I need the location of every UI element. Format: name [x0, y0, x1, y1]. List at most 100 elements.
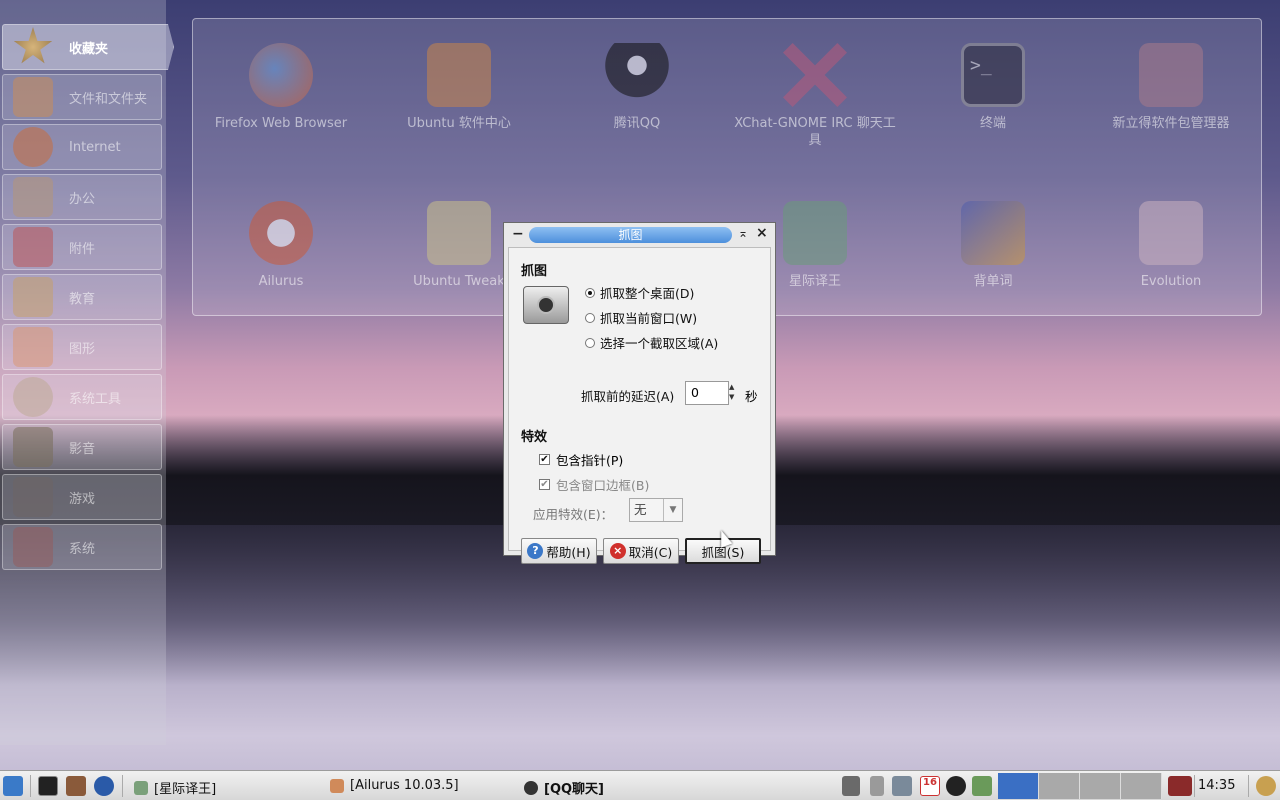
category-media[interactable]: 影音: [2, 424, 162, 470]
radio-grab-area[interactable]: 选择一个截取区域(A): [585, 333, 718, 352]
checkmark-icon: ✔: [539, 479, 550, 490]
category-graphics[interactable]: 图形: [2, 324, 162, 370]
app-word-learning[interactable]: 背单词: [908, 201, 1078, 290]
cancel-button[interactable]: × 取消(C): [603, 538, 679, 564]
dialog-body: 抓图 抓取整个桌面(D) 抓取当前窗口(W) 选择一个截取区域(A) 抓取前的延…: [508, 247, 771, 564]
app-terminal[interactable]: >_ 终端: [908, 43, 1078, 132]
category-favorites[interactable]: 收藏夹: [2, 24, 174, 70]
app-evolution[interactable]: Evolution: [1086, 201, 1256, 290]
evolution-icon: [1139, 201, 1203, 265]
delay-label: 抓取前的延迟(A): [581, 389, 675, 404]
task-stardict[interactable]: [星际译王]: [134, 778, 216, 797]
radio-grab-window[interactable]: 抓取当前窗口(W): [585, 308, 697, 327]
checkmark-icon: ✔: [539, 454, 550, 465]
stardict-tray-icon[interactable]: [972, 776, 992, 796]
office-icon: [13, 177, 53, 217]
category-system[interactable]: 系统: [2, 524, 162, 570]
terminal-launcher-icon[interactable]: [38, 776, 58, 796]
qq-penguin-icon: [524, 780, 538, 795]
graphics-icon: [13, 327, 53, 367]
camera-icon: [523, 286, 569, 324]
xchat-icon: [783, 43, 847, 107]
category-accessories[interactable]: 附件: [2, 224, 162, 270]
checkbox-include-pointer[interactable]: ✔ 包含指针(P): [539, 450, 623, 469]
hammer-launcher-icon[interactable]: [66, 776, 86, 796]
accessories-icon: [13, 227, 53, 267]
scanner-icon[interactable]: [892, 776, 912, 796]
chevron-down-icon: ▼: [663, 499, 682, 521]
red-panda-icon: [330, 778, 344, 793]
dialog-title: 抓图: [529, 227, 732, 243]
spin-arrows-icon[interactable]: ▲ ▼: [729, 382, 739, 402]
workspace-2[interactable]: [1039, 773, 1080, 799]
effect-label: 应用特效(E)：: [533, 507, 614, 522]
category-files[interactable]: 文件和文件夹: [2, 74, 162, 120]
workspace-4[interactable]: [1121, 773, 1162, 799]
app-ailurus[interactable]: Ailurus: [196, 201, 366, 290]
synaptic-icon: [1139, 43, 1203, 107]
taskbar-separator: [122, 775, 123, 797]
checkbox-include-border[interactable]: ✔ 包含窗口边框(B): [539, 475, 649, 494]
user-icon[interactable]: [1256, 776, 1276, 796]
category-internet[interactable]: Internet: [2, 124, 162, 170]
minimize-button[interactable]: −: [512, 226, 524, 242]
task-qq-chat[interactable]: [QQ聊天]: [524, 778, 604, 797]
taskbar-separator: [30, 775, 31, 797]
section-effects-heading: 特效: [521, 430, 548, 445]
qq-penguin-icon: [605, 43, 669, 107]
radio-selected-icon: [585, 287, 595, 298]
stardict-icon: [134, 780, 148, 795]
radio-unselected-icon: [585, 337, 595, 348]
stardict-icon: [783, 201, 847, 265]
section-capture-heading: 抓图: [521, 264, 548, 279]
category-system-tools[interactable]: 系统工具: [2, 374, 162, 420]
start-menu-icon[interactable]: [3, 776, 23, 796]
maximize-button[interactable]: ⌅: [738, 226, 748, 240]
firefox-icon: [249, 43, 313, 107]
app-xchat[interactable]: XChat-GNOME IRC 聊天工具: [730, 43, 900, 149]
radio-unselected-icon: [585, 312, 595, 323]
app-software-center[interactable]: Ubuntu 软件中心: [374, 43, 544, 132]
cancel-icon: ×: [609, 543, 626, 559]
delay-unit-label: 秒: [745, 389, 758, 404]
red-panda-icon: [249, 201, 313, 265]
media-icon: [13, 427, 53, 467]
star-icon: [13, 27, 53, 64]
taskbar-separator: [1248, 775, 1249, 797]
taskbar-separator: [1194, 775, 1195, 797]
globe-icon: [13, 127, 53, 167]
taskbar: [星际译王] [Ailurus 10.03.5] [QQ聊天] 16 14:35: [0, 770, 1280, 800]
workspace-1[interactable]: [998, 773, 1039, 799]
app-qq[interactable]: 腾讯QQ: [552, 43, 722, 132]
delay-spin-input[interactable]: 0: [685, 381, 729, 405]
ubuntu-tweak-icon: [427, 201, 491, 265]
category-games[interactable]: 游戏: [2, 474, 162, 520]
category-sidebar: 收藏夹 文件和文件夹 Internet 办公 附件 教育 图形 系统工具 影音 …: [0, 0, 174, 745]
games-icon: [13, 477, 53, 517]
radio-grab-desktop[interactable]: 抓取整个桌面(D): [585, 283, 694, 302]
battery-icon[interactable]: [870, 776, 884, 796]
app-synaptic[interactable]: 新立得软件包管理器: [1086, 43, 1256, 132]
effect-select[interactable]: 无 ▼: [629, 498, 683, 522]
help-button[interactable]: ? 帮助(H): [521, 538, 597, 564]
category-education[interactable]: 教育: [2, 274, 162, 320]
browser-launcher-icon[interactable]: [94, 776, 114, 796]
clock[interactable]: 14:35: [1198, 778, 1235, 793]
network-icon[interactable]: [842, 776, 860, 796]
education-icon: [13, 277, 53, 317]
category-office[interactable]: 办公: [2, 174, 162, 220]
gear-icon: [13, 377, 53, 417]
folder-icon: [13, 77, 53, 117]
help-icon: ?: [527, 543, 544, 559]
dialog-titlebar[interactable]: − 抓图 ⌅ ×: [504, 223, 775, 247]
app-firefox[interactable]: Firefox Web Browser: [196, 43, 366, 132]
show-desktop-icon[interactable]: [1168, 776, 1192, 796]
calendar-icon[interactable]: 16: [920, 776, 940, 796]
workspace-3[interactable]: [1080, 773, 1121, 799]
task-ailurus[interactable]: [Ailurus 10.03.5]: [330, 778, 459, 793]
qq-tray-icon[interactable]: [946, 776, 966, 796]
terminal-icon: >_: [961, 43, 1025, 107]
software-center-icon: [427, 43, 491, 107]
system-icon: [13, 527, 53, 567]
close-button[interactable]: ×: [756, 225, 768, 241]
